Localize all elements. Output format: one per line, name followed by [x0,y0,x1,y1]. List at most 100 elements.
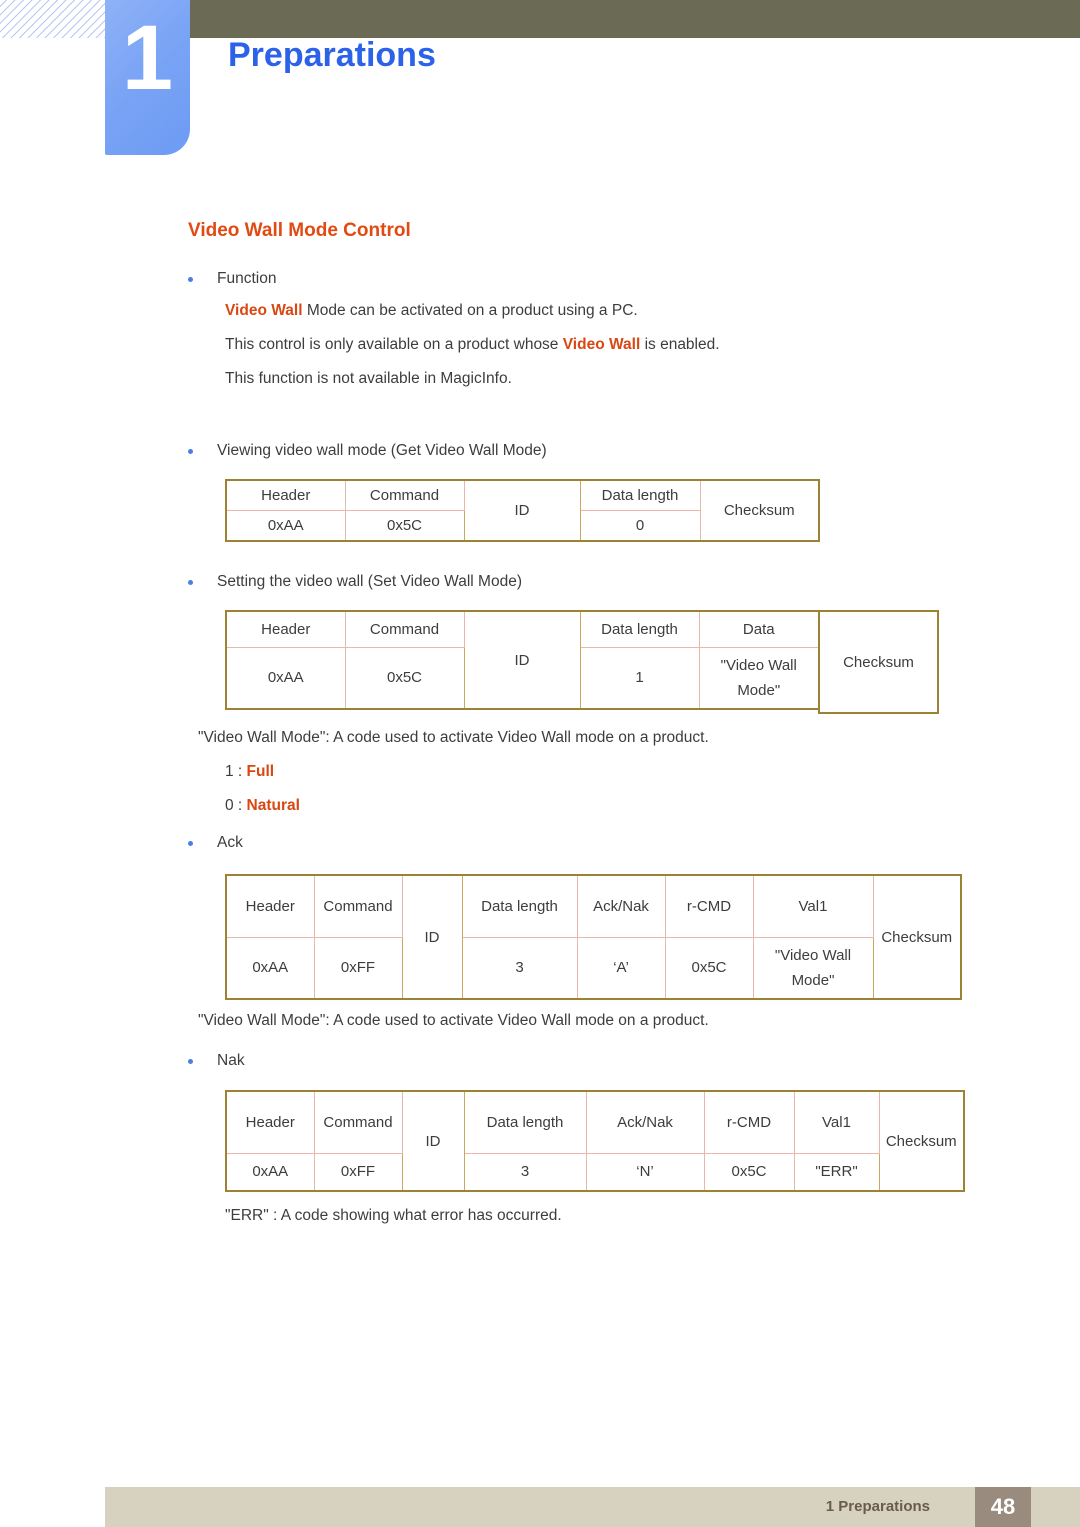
function-line-2: This control is only available on a prod… [225,334,720,356]
cell-value-data-length: 1 [579,646,700,710]
cell-header-val1: Val1 [793,1090,880,1154]
cell-header-val1: Val1 [752,874,874,938]
bullet-label-ack: Ack [217,834,243,851]
cell-value-command: 0x5C [344,510,465,542]
chapter-number: 1 [121,7,174,109]
bullet-dot-icon [188,449,193,454]
footer-page-number: 48 [990,1494,1016,1519]
chapter-badge: 1 [105,0,190,155]
cell-header-header: Header [225,874,315,938]
cell-value-header: 0xAA [225,936,315,1000]
function-line-2-rest: is enabled. [640,336,720,353]
bullet-label-function: Function [217,270,277,287]
table-row: Header Command ID Data length Ack/Nak r-… [225,874,962,1000]
code-natural-prefix: 0 : [225,797,247,814]
cell-value-ack-nak: ‘A’ [576,936,666,1000]
cell-header-data-length: Data length [463,1090,587,1154]
code-natural: 0 : Natural [225,795,300,817]
header-olive-bar [190,0,1080,38]
cell-header-r-cmd: r-CMD [664,874,754,938]
chapter-title: Preparations [228,36,436,74]
function-line-2-prefix: This control is only available on a prod… [225,336,563,353]
cell-value-header: 0xAA [225,646,346,710]
code-full-prefix: 1 : [225,763,247,780]
cell-header-ack-nak: Ack/Nak [576,874,666,938]
cell-checksum: Checksum [872,874,962,1000]
cell-header-data-length: Data length [461,874,578,938]
set-note: "Video Wall Mode": A code used to activa… [198,729,709,746]
bullet-dot-icon [188,841,193,846]
cell-header-command: Command [313,1090,403,1154]
cell-id: ID [463,479,581,542]
cell-value-data-length: 3 [461,936,578,1000]
table-ack: Header Command ID Data length Ack/Nak r-… [225,874,962,1000]
section-title: Video Wall Mode Control [188,220,411,241]
bullet-function: Function [188,268,276,290]
bullet-label-set-video-wall-mode: Setting the video wall (Set Video Wall M… [217,573,522,590]
cell-value-command: 0xFF [313,1152,403,1192]
cell-header-command: Command [344,479,465,511]
cell-header-data: Data [698,610,820,648]
cell-id: ID [463,610,581,710]
bullet-get-video-wall-mode: Viewing video wall mode (Get Video Wall … [188,440,547,462]
page-header: 1 Preparations [0,0,1080,160]
bullet-ack: Ack [188,832,243,854]
cell-id: ID [401,1090,465,1192]
table-row: 0xAA 0xFF 3 ‘A’ 0x5C "Video Wall Mode" [225,936,961,1000]
table-row: 0xAA 0xFF 3 ‘N’ 0x5C "ERR" [225,1152,964,1192]
cell-value-header: 0xAA [225,510,346,542]
cell-checksum: Checksum [699,479,820,542]
footer-chapter-label: 1 Preparations [825,1498,930,1515]
cell-value-data: "Video Wall Mode" [698,646,820,710]
bullet-nak: Nak [188,1050,245,1072]
function-line-1-highlight: Video Wall [225,302,303,319]
table-set-checksum-box: Checksum [818,610,939,714]
ack-note: "Video Wall Mode": A code used to activa… [198,1012,709,1029]
function-line-1-rest: Mode can be activated on a product using… [302,302,638,319]
cell-header-data-length: Data length [579,610,700,648]
cell-value-r-cmd: 0x5C [703,1152,795,1192]
cell-header-header: Header [225,610,346,648]
page-footer: 1 Preparations 48 [105,1487,1080,1527]
cell-value-val1: "Video Wall Mode" [752,936,874,1000]
decorative-hatch-pattern [0,0,105,38]
code-full-value: Full [246,763,275,780]
cell-id: ID [401,874,463,1000]
table-row: Header Command ID Data length Checksum [225,479,820,542]
bullet-label-get-video-wall-mode: Viewing video wall mode (Get Video Wall … [217,442,547,459]
table-set-video-wall-mode: Header Command ID Data length Data 0xAA … [225,610,820,710]
table-row: Header Command ID Data length Ack/Nak r-… [225,1090,965,1192]
bullet-label-nak: Nak [217,1052,245,1069]
bullet-dot-icon [188,1059,193,1064]
cell-header-header: Header [225,1090,315,1154]
table-nak: Header Command ID Data length Ack/Nak r-… [225,1090,965,1192]
bullet-set-video-wall-mode: Setting the video wall (Set Video Wall M… [188,571,522,593]
cell-value-command: 0xFF [313,936,403,1000]
bullet-dot-icon [188,277,193,282]
code-full: 1 : Full [225,761,274,783]
cell-value-r-cmd: 0x5C [664,936,754,1000]
footer-page-box: 48 [975,1487,1031,1527]
cell-checksum: Checksum [878,1090,965,1192]
cell-header-command: Command [313,874,403,938]
nak-note: "ERR" : A code showing what error has oc… [225,1207,562,1224]
cell-value-data-length: 0 [579,510,701,542]
cell-header-ack-nak: Ack/Nak [585,1090,705,1154]
cell-header-command: Command [344,610,465,648]
cell-checksum: Checksum [843,653,914,671]
cell-value-ack-nak: ‘N’ [585,1152,705,1192]
cell-header-r-cmd: r-CMD [703,1090,795,1154]
cell-value-val1: "ERR" [793,1152,880,1192]
function-line-3: This function is not available in MagicI… [225,370,512,387]
table-get-video-wall-mode: Header Command ID Data length Checksum 0… [225,479,820,542]
cell-value-command: 0x5C [344,646,465,710]
cell-header-data-length: Data length [579,479,701,511]
cell-value-data-length: 3 [463,1152,587,1192]
code-natural-value: Natural [246,797,300,814]
cell-header-header: Header [225,479,346,511]
function-line-2-highlight: Video Wall [562,336,641,353]
bullet-dot-icon [188,580,193,585]
cell-value-header: 0xAA [225,1152,315,1192]
table-row: Header Command ID Data length Data [225,610,820,710]
function-line-1: Video Wall Mode can be activated on a pr… [225,300,638,322]
